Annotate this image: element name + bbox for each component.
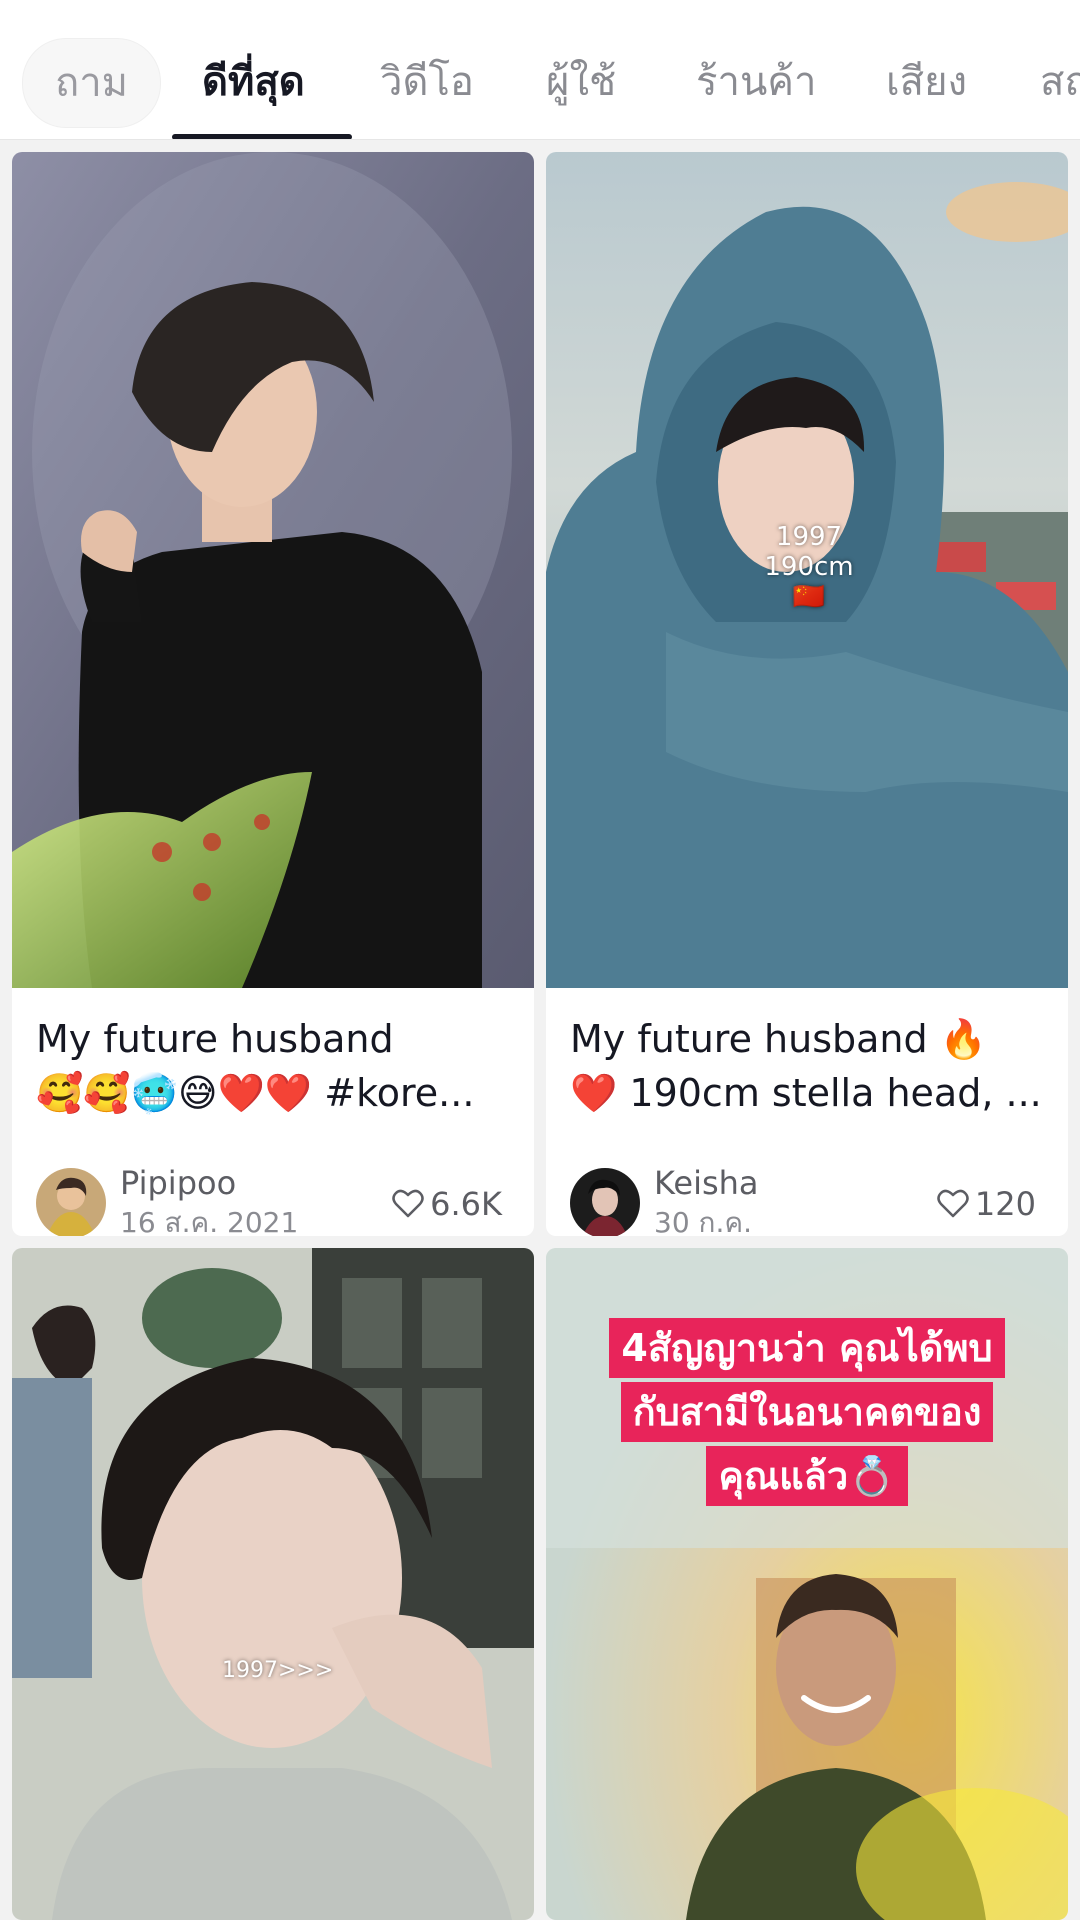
- overlay-flag: 🇨🇳: [792, 582, 826, 612]
- author-name[interactable]: Pipipoo: [120, 1164, 236, 1202]
- caption-line-1: My future husband: [36, 1017, 394, 1061]
- video-card[interactable]: My future husband 🥰🥰🥶😅❤️❤️ #kore... Pipi…: [12, 152, 534, 1236]
- caption-line-2: ❤️ 190cm stella head, ...: [570, 1071, 1040, 1115]
- tab-more[interactable]: สถ: [1040, 52, 1080, 112]
- avatar[interactable]: [570, 1168, 640, 1236]
- overlay-height: 190cm: [764, 552, 854, 582]
- tab-ask[interactable]: ถาม: [22, 38, 162, 128]
- overlay-year: 1997: [775, 522, 843, 552]
- tab-users[interactable]: ผู้ใช้: [546, 52, 616, 112]
- banner-line-2: กับสามีในอนาคตของ: [620, 1382, 994, 1442]
- video-thumbnail[interactable]: [12, 1248, 534, 1920]
- video-caption: My future husband 🔥 ❤️ 190cm stella head…: [570, 1012, 1040, 1120]
- video-card[interactable]: 1997>>>: [12, 1248, 534, 1920]
- tab-videos[interactable]: วิดีโอ: [380, 52, 474, 112]
- avatar[interactable]: [36, 1168, 106, 1236]
- video-caption: My future husband 🥰🥰🥶😅❤️❤️ #kore...: [36, 1012, 506, 1120]
- video-card[interactable]: 1997 190cm 🇨🇳 My future husband 🔥 ❤️ 190…: [546, 152, 1068, 1236]
- search-tabs-bar: ถาม ดีที่สุด วิดีโอ ผู้ใช้ ร้านค้า เสียง…: [0, 0, 1080, 140]
- heart-outline-icon: [392, 1189, 424, 1218]
- video-meta: Keisha 30 ก.ค. 120: [570, 1164, 1040, 1236]
- tab-top[interactable]: ดีที่สุด: [202, 52, 305, 112]
- thumbnail-overlay-text: 1997>>>: [222, 1658, 334, 1683]
- caption-line-2: 🥰🥰🥶😅❤️❤️ #kore...: [36, 1071, 475, 1115]
- caption-line-1: My future husband 🔥: [570, 1017, 988, 1061]
- video-thumbnail[interactable]: [12, 152, 534, 988]
- like-count-value: 6.6K: [430, 1185, 502, 1223]
- video-meta: Pipipoo 16 ส.ค. 2021 6.6K: [36, 1164, 506, 1236]
- tab-shop[interactable]: ร้านค้า: [696, 52, 817, 112]
- post-date: 16 ส.ค. 2021: [120, 1206, 299, 1236]
- heart-outline-icon: [937, 1189, 969, 1218]
- video-card[interactable]: 4สัญญานว่า คุณได้พบ กับสามีในอนาคตของ คุ…: [546, 1248, 1068, 1920]
- thumbnail-banner: 4สัญญานว่า คุณได้พบ กับสามีในอนาคตของ คุ…: [572, 1316, 1042, 1508]
- banner-line-1: 4สัญญานว่า คุณได้พบ: [609, 1318, 1005, 1378]
- banner-line-3: คุณแล้ว💍: [706, 1446, 908, 1506]
- post-date: 30 ก.ค.: [654, 1206, 753, 1236]
- author-name[interactable]: Keisha: [654, 1164, 759, 1202]
- like-count[interactable]: 6.6K: [392, 1184, 502, 1224]
- like-count[interactable]: 120: [937, 1184, 1036, 1224]
- tabs-divider: [0, 139, 1080, 140]
- thumbnail-overlay-text: 1997 190cm 🇨🇳: [754, 522, 864, 612]
- tab-sounds[interactable]: เสียง: [886, 52, 967, 112]
- like-count-value: 120: [974, 1185, 1036, 1223]
